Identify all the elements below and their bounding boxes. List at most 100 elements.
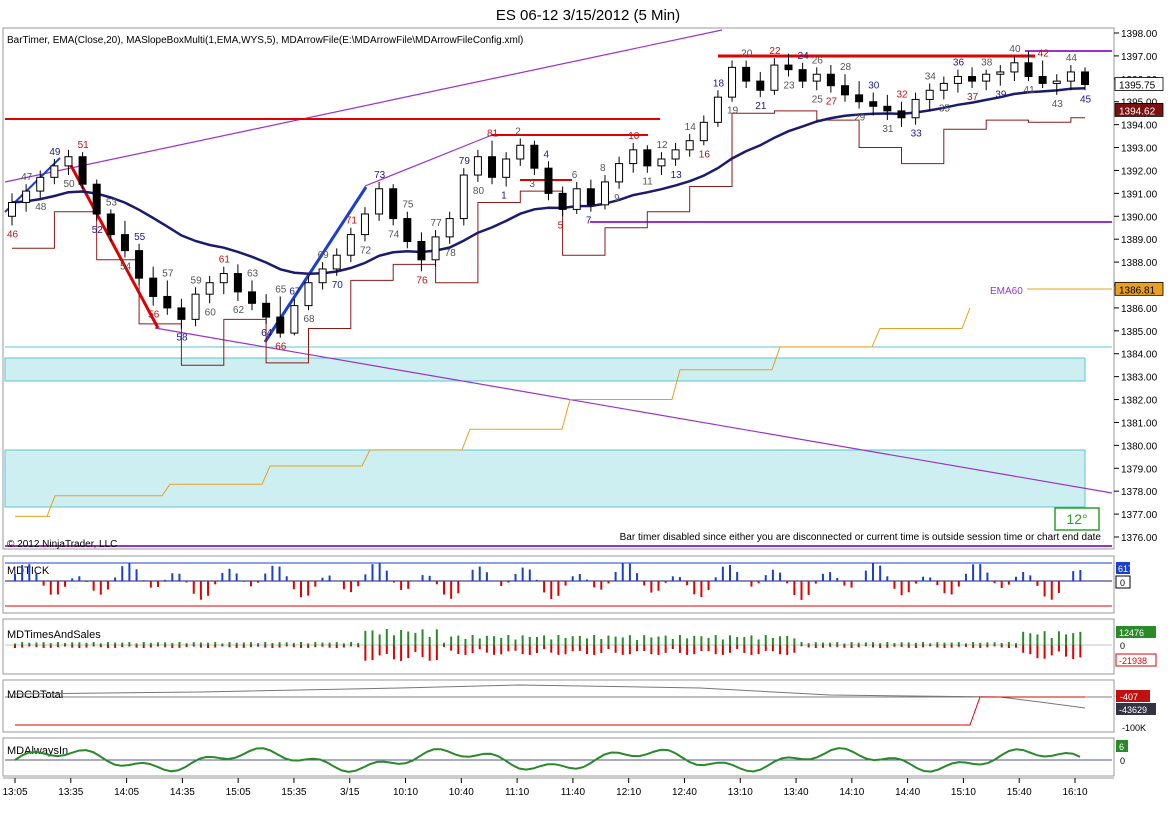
price-tick-label: 1391.00 [1121,189,1158,200]
time-tick-label: 14:05 [114,787,139,798]
candle-body [177,307,186,320]
count-label: 18 [713,78,725,89]
price-tick-label: 1382.00 [1121,396,1158,407]
candle-body [389,188,398,220]
candle-body [897,110,906,119]
count-label: 1 [501,190,507,201]
time-tick-label: 12:10 [616,787,641,798]
count-label: 50 [63,179,75,190]
count-label: 54 [120,262,132,273]
price-tick-label: 1389.00 [1121,235,1158,246]
candle-body [713,96,722,123]
candle-body [64,156,73,167]
candle-body [826,73,835,87]
time-tick-label: 16:10 [1062,787,1087,798]
alwaysin-marker-value: 6 [1119,742,1124,752]
count-label: 39 [995,90,1007,101]
time-tick-label: 10:40 [449,787,474,798]
candle-body [120,234,129,252]
candle-body [262,302,271,318]
count-label: 29 [854,113,866,124]
count-label: 30 [868,81,880,92]
time-tick-label: 14:40 [895,787,920,798]
count-label: 4 [544,149,550,160]
price-tick-label: 1376.00 [1121,533,1158,544]
candle-body [50,165,59,178]
price-tick-label: 1378.00 [1121,487,1158,498]
candle-body [191,293,200,320]
candle-body [756,80,765,91]
count-label: 34 [925,71,937,82]
candle-body [1081,71,1089,86]
count-label: 42 [1038,48,1050,59]
price-tick-label: 1398.00 [1121,29,1158,40]
candle-body [1066,71,1075,82]
candle-body [163,295,172,309]
time-tick-label: 15:05 [226,787,251,798]
times-sales-label: MDTimesAndSales [7,629,101,641]
count-label: 2 [515,126,521,137]
candle-body [586,188,595,206]
count-label: 51 [78,140,90,151]
time-tick-label: 14:35 [170,787,195,798]
candle-body [643,149,652,167]
times-sales-marker-zero: 0 [1120,641,1125,651]
candle-body [92,183,101,215]
cdtotal-label: MDCDTotal [7,689,63,701]
count-label: 27 [826,97,838,108]
price-tick-label: 1386.00 [1121,304,1158,315]
count-label: 44 [1066,53,1078,64]
candle-body [318,268,327,284]
time-tick-label: 12:40 [672,787,697,798]
count-label: 57 [162,268,174,279]
candle-body [530,144,539,169]
count-label: 22 [769,46,781,57]
count-label: 71 [346,216,358,227]
candle-body [332,254,341,270]
count-label: 56 [148,310,160,321]
count-label: 80 [473,186,485,197]
count-label: 9 [614,193,620,204]
candle-body [248,291,257,304]
count-label: 38 [981,58,993,69]
time-tick-label: 11:10 [505,787,530,798]
candle-body [375,188,384,215]
demand-zone-upper [4,357,1086,382]
angle-label: 12° [1066,511,1087,527]
candle-body [445,218,454,238]
candle-body [78,156,87,185]
count-label: 65 [275,284,287,295]
candle-body [840,85,849,96]
count-label: 31 [882,124,894,135]
price-marker-label: 1386.81 [1119,285,1156,296]
count-label: 36 [953,58,965,69]
count-label: 14 [685,122,697,133]
candle-body [883,105,892,112]
count-label: 59 [191,275,203,286]
candle-body [459,174,468,220]
count-label: 72 [360,245,372,256]
count-label: 63 [247,268,259,279]
candle-body [671,149,680,160]
bar-timer-message: Bar timer disabled since either you are … [620,532,1102,543]
count-label: 68 [303,314,315,325]
mdtick-marker-zero: 0 [1120,578,1125,588]
ninjatrader-chart[interactable]: ES 06-12 3/15/2012 (5 Min) 1398.00 1397.0… [0,0,1176,821]
candle-body [558,192,567,210]
count-label: 52 [92,225,104,236]
candle-body [911,98,920,119]
candle-body [629,149,638,165]
candle-body [403,218,412,242]
candle-body [544,167,553,194]
candle-body [1052,80,1061,84]
candle-body [1038,76,1047,84]
count-label: 76 [416,275,428,286]
candle-body [473,156,482,176]
candle-body [869,101,878,107]
count-label: 28 [840,62,852,73]
price-tick-label: 1394.00 [1121,121,1158,132]
count-label: 61 [219,255,231,266]
price-tick-label: 1385.00 [1121,327,1158,338]
candle-body [699,121,708,142]
candle-body [276,316,285,334]
